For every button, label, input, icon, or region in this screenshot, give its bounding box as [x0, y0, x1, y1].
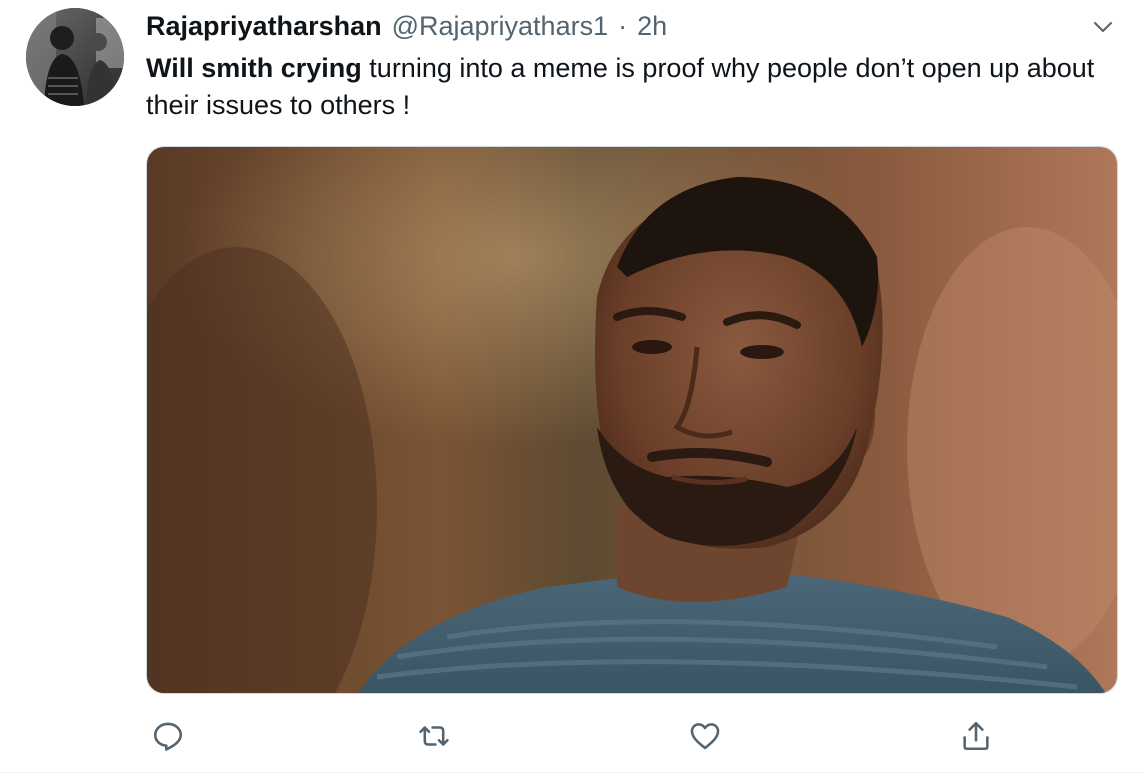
tweet-action-bar [146, 714, 1006, 758]
speech-bubble-icon [153, 722, 183, 751]
tweet-text-bold: Will smith crying [146, 53, 362, 83]
like-button[interactable] [683, 714, 727, 758]
share-button[interactable] [954, 714, 998, 758]
share-upload-icon [963, 721, 989, 751]
reply-button[interactable] [146, 714, 190, 758]
tweet-media-image[interactable] [146, 146, 1118, 694]
tweet-header: Rajapriyatharshan @Rajapriyathars1 · 2h [146, 8, 667, 44]
heart-icon [690, 723, 720, 750]
timestamp[interactable]: 2h [637, 11, 667, 42]
retweet-arrows-icon [419, 726, 449, 746]
man-portrait-photo [147, 147, 1117, 693]
user-handle[interactable]: @Rajapriyathars1 [392, 11, 609, 42]
separator-dot: · [618, 10, 628, 41]
tweet-text: Will smith crying turning into a meme is… [146, 50, 1116, 124]
tweet-divider [0, 772, 1144, 773]
display-name[interactable]: Rajapriyatharshan [146, 11, 382, 42]
avatar[interactable] [26, 8, 124, 106]
retweet-button[interactable] [412, 714, 456, 758]
chevron-down-icon [1094, 22, 1112, 32]
more-options-button[interactable] [1088, 12, 1118, 42]
tweet-card[interactable]: Rajapriyatharshan @Rajapriyathars1 · 2h … [0, 0, 1144, 776]
